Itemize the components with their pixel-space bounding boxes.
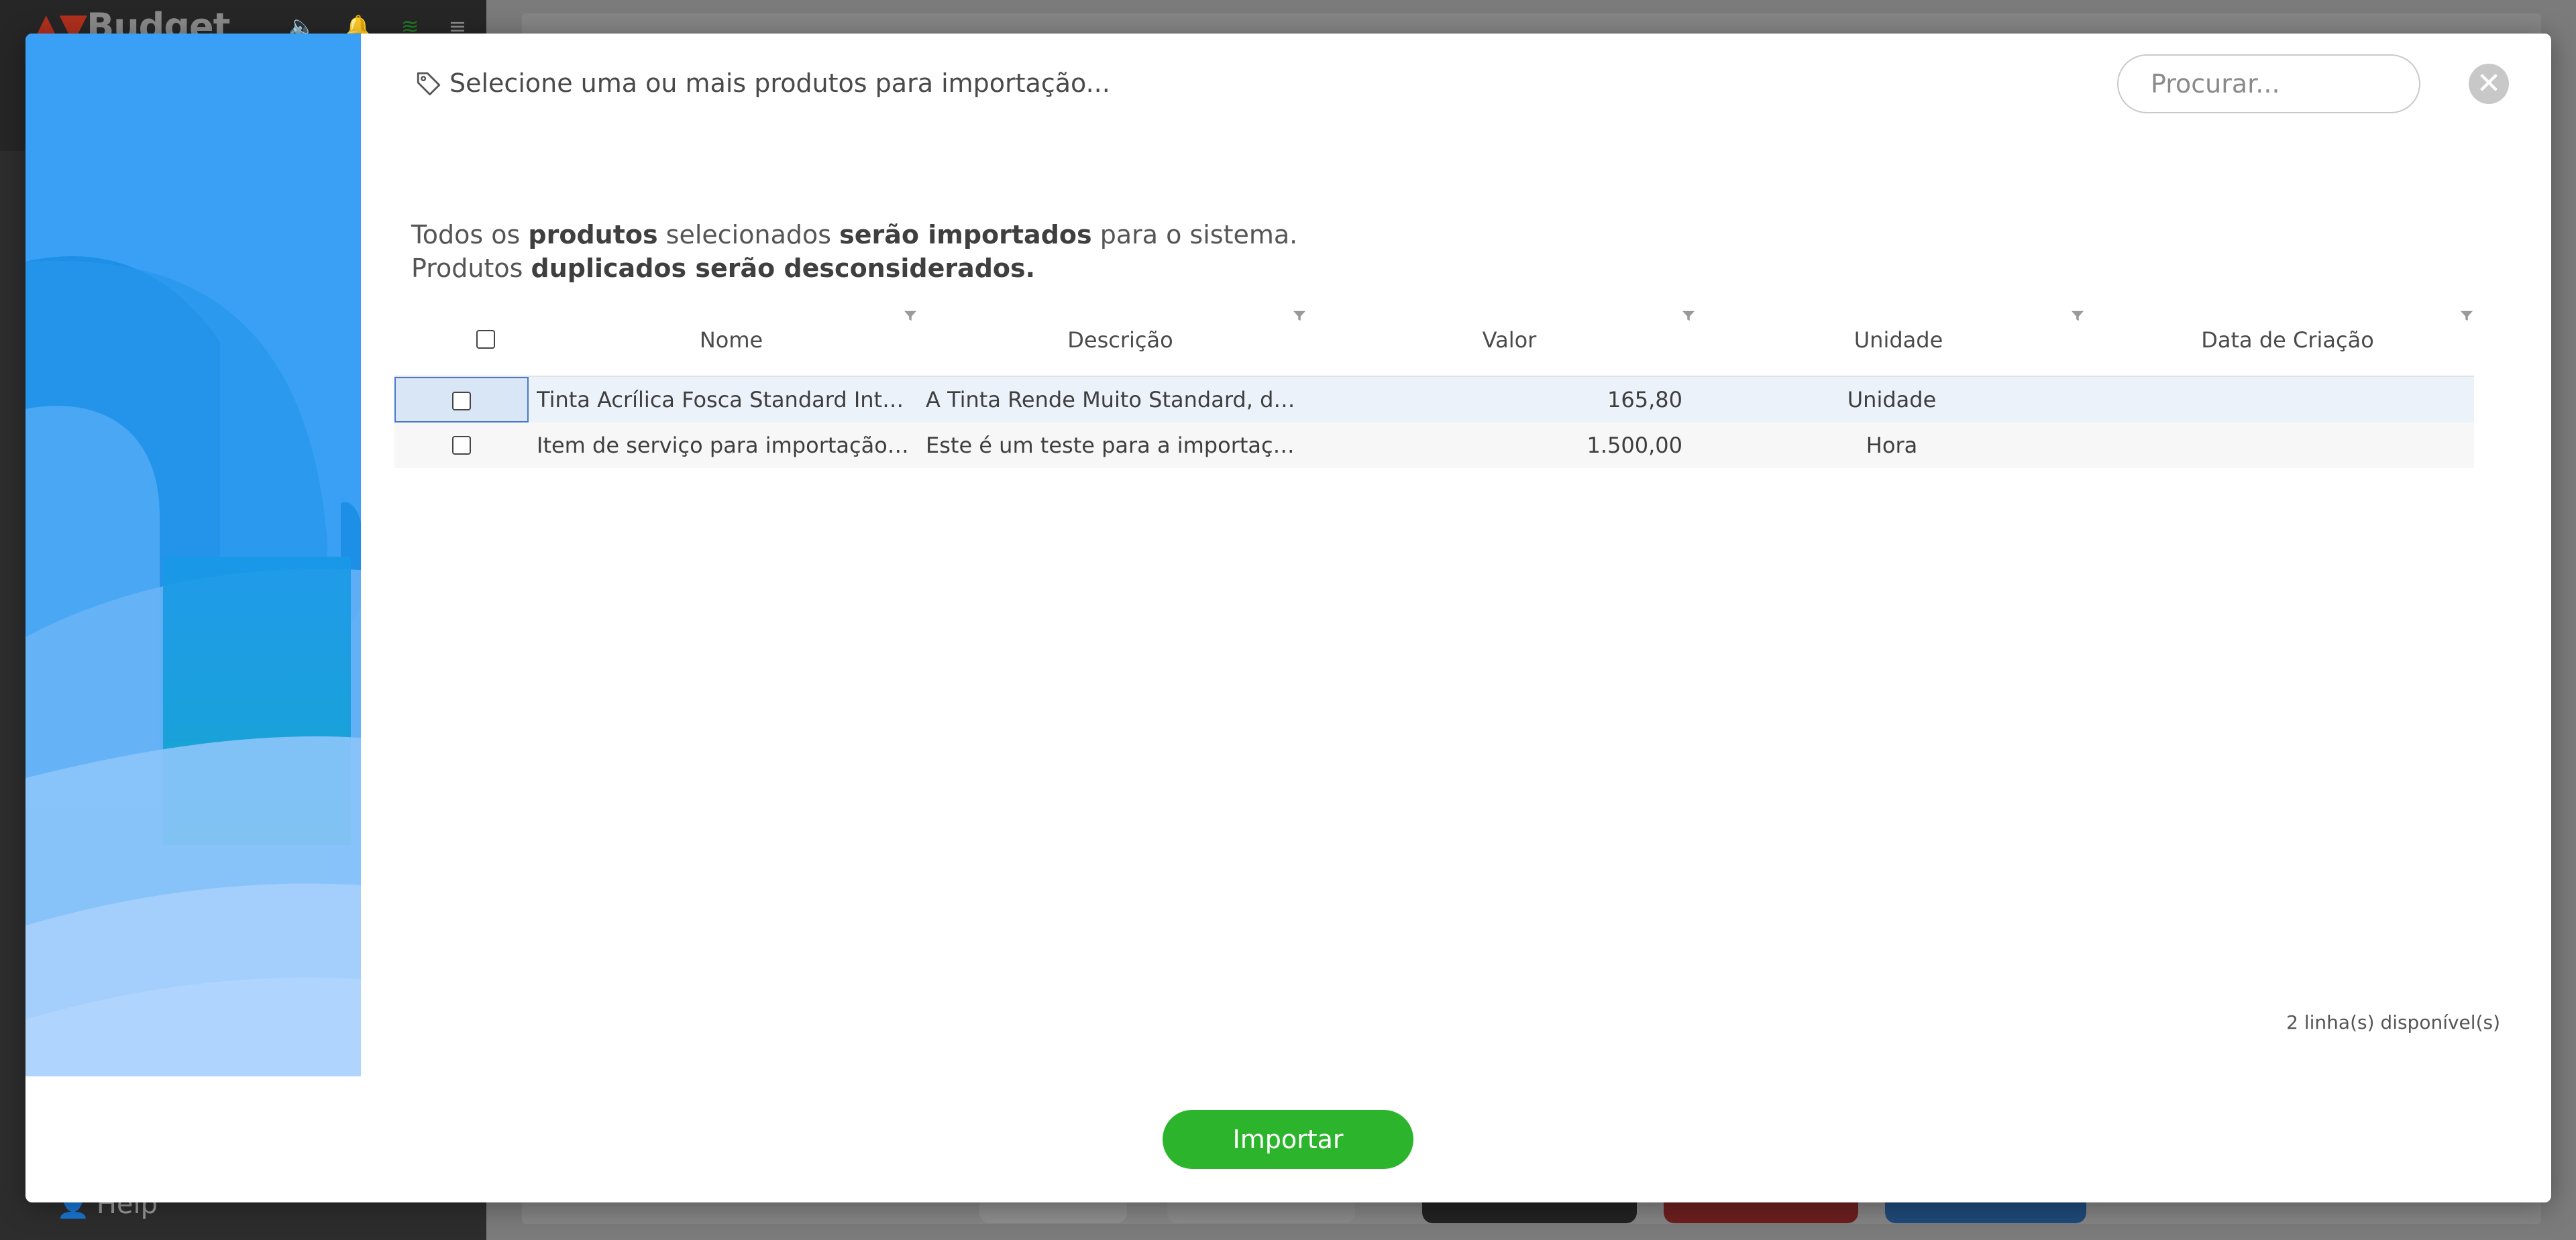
- cell-descricao: Este é um teste para a importação de...: [926, 433, 1301, 458]
- modal-title: Selecione uma ou mais produtos para impo…: [449, 68, 1110, 98]
- bg-button: [1422, 1200, 1637, 1223]
- search-input[interactable]: [2117, 54, 2420, 113]
- tag-icon: [417, 72, 441, 96]
- modal-header: Selecione uma ou mais produtos para impo…: [361, 34, 2551, 134]
- table-row[interactable]: Tinta Acrílica Fosca Standard Interior .…: [394, 377, 2474, 422]
- close-icon: ✕: [2476, 66, 2502, 101]
- cell-data-criacao: [2092, 422, 2467, 468]
- bg-button: [1664, 1200, 1858, 1223]
- cell-descricao: A Tinta Rende Muito Standard, da Cor...: [926, 387, 1301, 412]
- filter-icon[interactable]: [1682, 310, 1695, 322]
- cell-valor: 165,80: [1607, 387, 1682, 412]
- bg-button: [1167, 1200, 1355, 1223]
- column-header-unidade[interactable]: Unidade: [1704, 282, 2093, 377]
- row-select-cell[interactable]: [394, 377, 529, 422]
- products-grid: Nome Descrição Valor Unidade Data de Cri…: [394, 282, 2474, 468]
- info-line-2: Produtos duplicados serão desconsiderado…: [411, 253, 1036, 283]
- brand-panel: [25, 34, 361, 1076]
- row-checkbox[interactable]: [452, 392, 471, 410]
- grid-header: Nome Descrição Valor Unidade Data de Cri…: [394, 282, 2474, 377]
- cell-valor: 1.500,00: [1587, 433, 1683, 458]
- table-row[interactable]: Item de serviço para importação WB... Es…: [394, 422, 2474, 468]
- cell-nome: Item de serviço para importação WB...: [537, 433, 912, 458]
- row-count: 2 linha(s) disponível(s): [2286, 1011, 2500, 1033]
- column-header-nome[interactable]: Nome: [537, 282, 926, 377]
- column-header-descricao[interactable]: Descrição: [926, 282, 1315, 377]
- bg-button: [1885, 1200, 2086, 1223]
- brand-illustration: [25, 34, 361, 1076]
- bg-button: [979, 1200, 1127, 1223]
- cell-data-criacao: [2092, 377, 2467, 422]
- row-select-cell[interactable]: [394, 422, 529, 468]
- filter-icon[interactable]: [904, 310, 916, 322]
- filter-icon[interactable]: [2461, 310, 2473, 322]
- import-info: Todos os produtos selecionados serão imp…: [411, 218, 1297, 285]
- select-all-checkbox[interactable]: [476, 330, 495, 349]
- column-header-data-criacao[interactable]: Data de Criação: [2093, 282, 2482, 377]
- cell-unidade: Unidade: [1847, 387, 1937, 412]
- filter-icon[interactable]: [1293, 310, 1305, 322]
- cell-unidade: Hora: [1866, 433, 1918, 458]
- info-line-1: Todos os produtos selecionados serão imp…: [411, 220, 1298, 249]
- import-products-modal: Selecione uma ou mais produtos para impo…: [25, 34, 2551, 1202]
- import-button[interactable]: Importar: [1163, 1110, 1413, 1169]
- row-checkbox[interactable]: [452, 436, 471, 455]
- close-button[interactable]: ✕: [2469, 64, 2509, 104]
- filter-icon[interactable]: [2072, 310, 2084, 322]
- cell-nome: Tinta Acrílica Fosca Standard Interior .…: [537, 387, 912, 412]
- column-header-valor[interactable]: Valor: [1315, 282, 1704, 377]
